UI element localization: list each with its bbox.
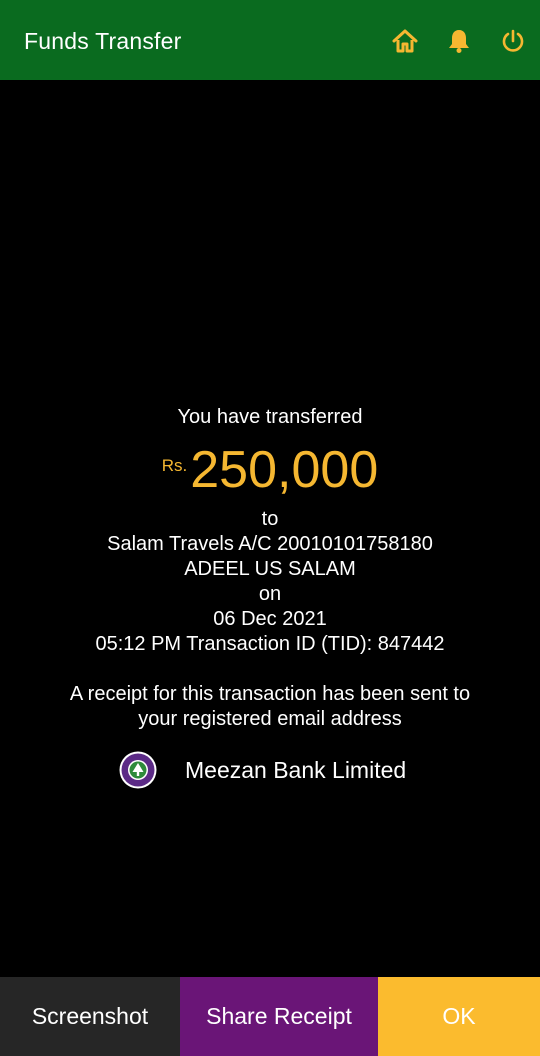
share-receipt-button[interactable]: Share Receipt xyxy=(180,977,378,1056)
currency-label: Rs. xyxy=(161,456,188,475)
amount-row: Rs.250,000 xyxy=(0,440,540,500)
on-label: on xyxy=(258,583,282,605)
transfer-intro: You have transferred xyxy=(177,406,363,428)
bank-info: Meezan Bank Limited xyxy=(0,750,540,790)
page-title: Funds Transfer xyxy=(24,28,182,54)
home-icon[interactable] xyxy=(392,28,418,54)
transfer-date: 06 Dec 2021 xyxy=(213,608,327,630)
ok-button[interactable]: OK xyxy=(378,977,540,1056)
app-header: Funds Transfer xyxy=(0,0,540,80)
transfer-amount: 250,000 xyxy=(190,441,379,499)
to-label: to xyxy=(261,508,279,530)
action-bar: Screenshot Share Receipt OK xyxy=(0,977,540,1056)
screenshot-button[interactable]: Screenshot xyxy=(0,977,180,1056)
bank-logo-icon xyxy=(119,751,157,789)
transaction-time-id: 05:12 PM Transaction ID (TID): 847442 xyxy=(95,633,445,655)
bell-icon[interactable] xyxy=(446,28,472,54)
receipt-note-line2: your registered email address xyxy=(138,708,402,730)
funds-transfer-screen: Funds Transfer You have transferred Rs.2… xyxy=(0,0,540,1056)
recipient-account: Salam Travels A/C 20010101758180 xyxy=(107,533,433,555)
receipt-note-line1: A receipt for this transaction has been … xyxy=(69,683,471,705)
recipient-name: ADEEL US SALAM xyxy=(184,558,356,580)
bank-name: Meezan Bank Limited xyxy=(185,757,407,783)
power-icon[interactable] xyxy=(500,28,526,54)
transfer-receipt: You have transferred Rs.250,000 to Salam… xyxy=(0,80,540,977)
